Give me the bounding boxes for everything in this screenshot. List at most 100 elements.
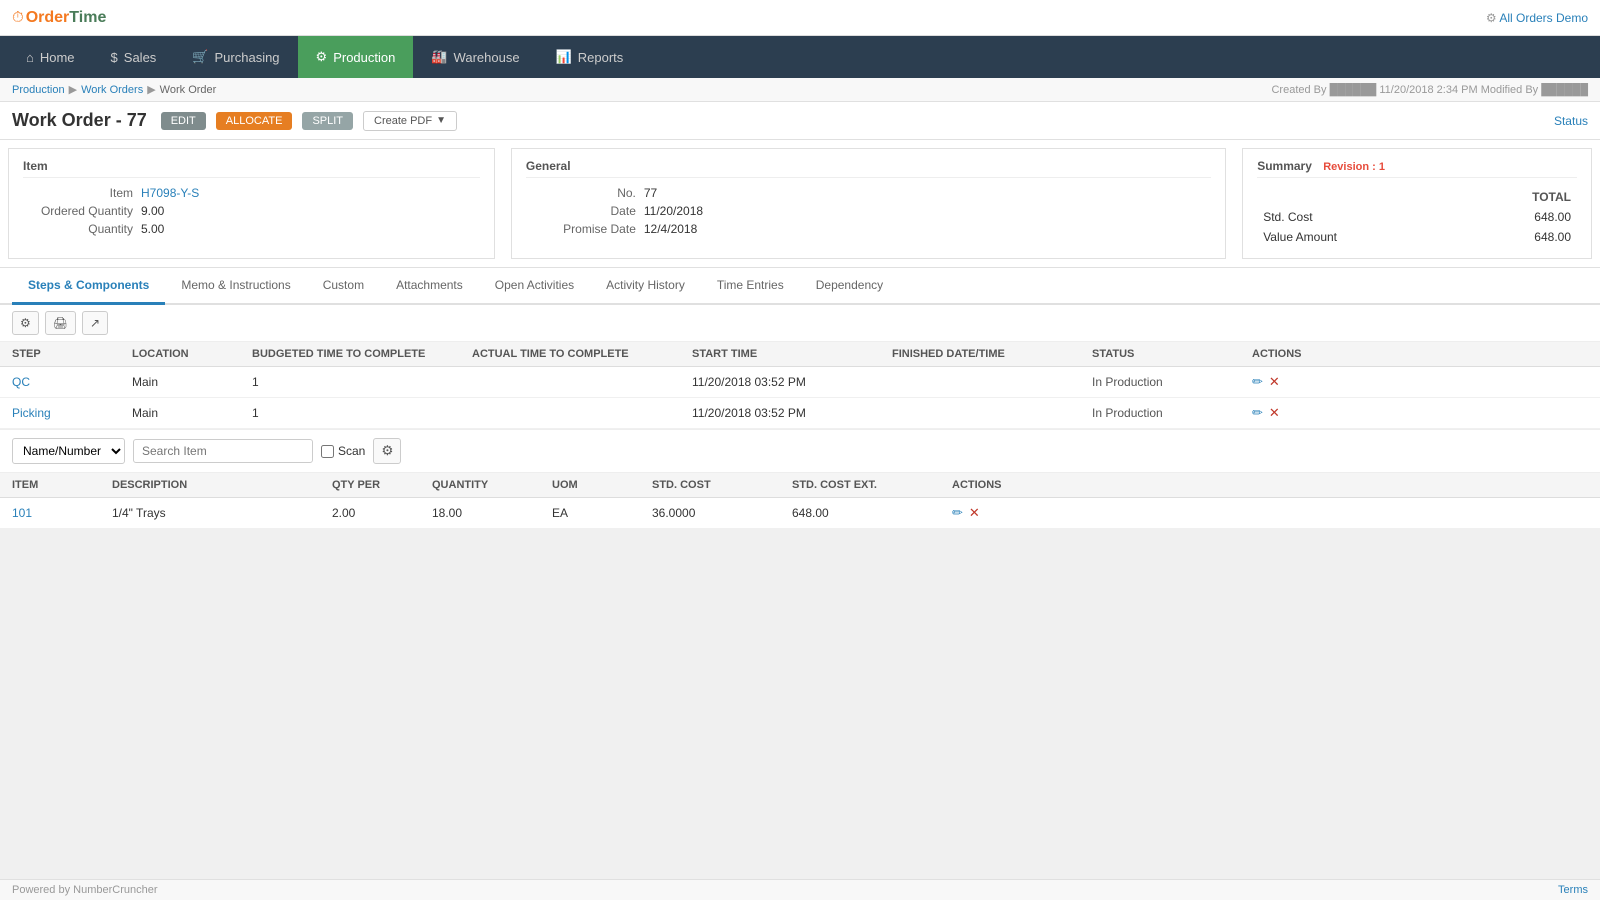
info-panels: Item Item H7098-Y-S Ordered Quantity 9.0… bbox=[0, 140, 1600, 268]
top-right-label[interactable]: All Orders Demo bbox=[1499, 11, 1588, 25]
nav-reports[interactable]: 📊 Reports bbox=[538, 36, 642, 78]
date-row: Date 11/20/2018 bbox=[526, 204, 1211, 218]
nav-sales[interactable]: $ Sales bbox=[93, 36, 175, 78]
split-button[interactable]: SPLIT bbox=[302, 112, 353, 130]
qty-label: Quantity bbox=[23, 222, 133, 236]
component-toolbar: ⚙ 🖨 ↗ bbox=[0, 305, 1600, 342]
steps-col-start: START TIME bbox=[692, 348, 892, 360]
steps-col-finished: FINISHED DATE/TIME bbox=[892, 348, 1092, 360]
breadcrumb-work-order: Work Order bbox=[160, 84, 217, 96]
comp-col-uom: UOM bbox=[552, 479, 652, 491]
search-input[interactable] bbox=[133, 439, 313, 463]
comp-col-quantity: QUANTITY bbox=[432, 479, 552, 491]
item-label: Item bbox=[23, 186, 133, 200]
summary-col-spacer bbox=[1259, 188, 1458, 206]
comp-item-101-qty-per: 2.00 bbox=[332, 506, 432, 520]
step-picking[interactable]: Picking bbox=[12, 406, 132, 420]
tabs-bar: Steps & Components Memo & Instructions C… bbox=[0, 268, 1600, 305]
nav-warehouse[interactable]: 🏭 Warehouse bbox=[413, 36, 537, 78]
step-picking-budgeted: 1 bbox=[252, 406, 472, 420]
step-qc-location: Main bbox=[132, 375, 252, 389]
reports-icon: 📊 bbox=[556, 49, 572, 65]
footer-left: Powered by NumberCruncher bbox=[12, 884, 158, 896]
edit-step-picking-icon[interactable]: ✏ bbox=[1252, 405, 1263, 421]
scan-label: Scan bbox=[321, 444, 365, 458]
item-search-bar: Name/Number Item Code Description Scan ⚙ bbox=[0, 430, 1600, 473]
export-icon-btn[interactable]: ↗ bbox=[82, 311, 108, 335]
nav-home[interactable]: ⌂ Home bbox=[8, 36, 93, 78]
tab-time-entries[interactable]: Time Entries bbox=[701, 268, 800, 305]
gear-icon: ⚙ bbox=[1486, 11, 1497, 25]
warehouse-icon: 🏭 bbox=[431, 49, 447, 65]
promise-date-value: 12/4/2018 bbox=[644, 222, 697, 236]
std-cost-label: Std. Cost bbox=[1259, 208, 1458, 226]
general-panel-title: General bbox=[526, 159, 1211, 178]
tab-steps-components[interactable]: Steps & Components bbox=[12, 268, 165, 305]
steps-col-actions: ACTIONS bbox=[1252, 348, 1332, 360]
tab-open-activities[interactable]: Open Activities bbox=[479, 268, 590, 305]
edit-button[interactable]: EDIT bbox=[161, 112, 206, 130]
breadcrumb-meta: Created By ██████ 11/20/2018 2:34 PM Mod… bbox=[1271, 84, 1588, 96]
tab-attachments[interactable]: Attachments bbox=[380, 268, 479, 305]
home-icon: ⌂ bbox=[26, 50, 34, 65]
comp-item-101-std-cost: 36.0000 bbox=[652, 506, 792, 520]
delete-comp-101-icon[interactable]: ✕ bbox=[969, 505, 980, 521]
date-value: 11/20/2018 bbox=[644, 204, 703, 218]
general-panel: General No. 77 Date 11/20/2018 Promise D… bbox=[511, 148, 1226, 259]
step-picking-status: In Production bbox=[1092, 406, 1252, 420]
comp-item-101-actions: ✏ ✕ bbox=[952, 505, 1588, 521]
ordered-qty-label: Ordered Quantity bbox=[23, 204, 133, 218]
allocate-button[interactable]: ALLOCATE bbox=[216, 112, 293, 130]
summary-panel: Summary Revision : 1 TOTAL Std. Cost 648… bbox=[1242, 148, 1592, 259]
edit-step-qc-icon[interactable]: ✏ bbox=[1252, 374, 1263, 390]
search-type-select[interactable]: Name/Number Item Code Description bbox=[12, 438, 125, 464]
tab-activity-history[interactable]: Activity History bbox=[590, 268, 701, 305]
sales-icon: $ bbox=[111, 50, 118, 65]
delete-step-picking-icon[interactable]: ✕ bbox=[1269, 405, 1280, 421]
production-icon: ⚙ bbox=[316, 49, 328, 65]
tab-custom[interactable]: Custom bbox=[307, 268, 380, 305]
top-right-section: ⚙ All Orders Demo bbox=[1486, 11, 1588, 25]
step-qc[interactable]: QC bbox=[12, 375, 132, 389]
work-order-title: Work Order - 77 bbox=[12, 110, 147, 131]
delete-step-qc-icon[interactable]: ✕ bbox=[1269, 374, 1280, 390]
status-link[interactable]: Status bbox=[1554, 114, 1588, 128]
logo-time: Time bbox=[69, 9, 106, 27]
tab-memo-instructions[interactable]: Memo & Instructions bbox=[165, 268, 306, 305]
comp-col-item: ITEM bbox=[12, 479, 112, 491]
no-label: No. bbox=[526, 186, 636, 200]
comp-item-101-uom: EA bbox=[552, 506, 652, 520]
comp-item-101[interactable]: 101 bbox=[12, 506, 112, 520]
step-qc-budgeted: 1 bbox=[252, 375, 472, 389]
search-settings-button[interactable]: ⚙ bbox=[373, 438, 401, 464]
comp-item-101-std-cost-ext: 648.00 bbox=[792, 506, 952, 520]
purchasing-icon: 🛒 bbox=[192, 49, 208, 65]
print-icon-btn[interactable]: 🖨 bbox=[45, 311, 76, 335]
settings-icon-btn[interactable]: ⚙ bbox=[12, 311, 39, 335]
breadcrumb-production[interactable]: Production bbox=[12, 84, 65, 96]
steps-col-budgeted: BUDGETED TIME TO COMPLETE bbox=[252, 348, 472, 360]
comp-col-qty-per: QTY PER bbox=[332, 479, 432, 491]
create-pdf-button[interactable]: Create PDF ▼ bbox=[363, 111, 457, 131]
item-link[interactable]: H7098-Y-S bbox=[141, 186, 199, 200]
logo: ⏱ Order Time bbox=[12, 9, 106, 27]
table-row: Picking Main 1 11/20/2018 03:52 PM In Pr… bbox=[0, 398, 1600, 429]
comp-col-actions: ACTIONS bbox=[952, 479, 1588, 491]
nav-production[interactable]: ⚙ Production bbox=[298, 36, 414, 78]
breadcrumb: Production ▶ Work Orders ▶ Work Order bbox=[12, 83, 216, 96]
breadcrumb-sep-1: ▶ bbox=[69, 83, 77, 96]
nav-bar: ⌂ Home $ Sales 🛒 Purchasing ⚙ Production… bbox=[0, 36, 1600, 78]
breadcrumb-work-orders[interactable]: Work Orders bbox=[81, 84, 143, 96]
steps-col-step: STEP bbox=[12, 348, 132, 360]
tab-dependency[interactable]: Dependency bbox=[800, 268, 899, 305]
step-picking-start: 11/20/2018 03:52 PM bbox=[692, 406, 892, 420]
comp-col-description: DESCRIPTION bbox=[112, 479, 332, 491]
scan-checkbox[interactable] bbox=[321, 445, 334, 458]
footer-right[interactable]: Terms bbox=[1558, 884, 1588, 896]
summary-total-header: TOTAL bbox=[1461, 188, 1575, 206]
footer: Powered by NumberCruncher Terms bbox=[0, 879, 1600, 900]
nav-purchasing[interactable]: 🛒 Purchasing bbox=[174, 36, 297, 78]
steps-col-status: STATUS bbox=[1092, 348, 1252, 360]
edit-comp-101-icon[interactable]: ✏ bbox=[952, 505, 963, 521]
list-item: 101 1/4" Trays 2.00 18.00 EA 36.0000 648… bbox=[0, 498, 1600, 529]
